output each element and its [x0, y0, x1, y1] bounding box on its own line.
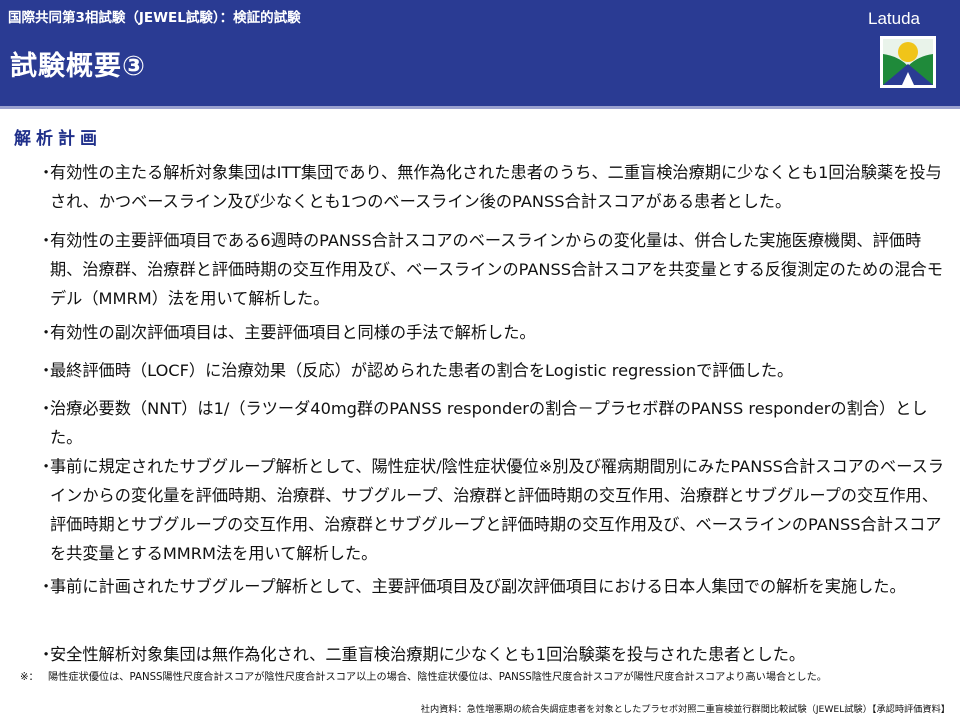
section-heading: 解析計画 [14, 129, 102, 149]
header-divider [0, 106, 960, 109]
bullet-text: 事前に計画されたサブグループ解析として、主要評価項目及び副次評価項目における日本… [50, 577, 906, 596]
bullet-text: 安全性解析対象集団は無作為化され、二重盲検治療期に少なくとも1回治験薬を投与され… [50, 645, 806, 664]
bullet-text: 最終評価時（LOCF）に治療効果（反応）が認められた患者の割合をLogistic… [50, 361, 794, 380]
bullet-text: 有効性の主たる解析対象集団はITT集団であり、無作為化された患者のうち、二重盲検… [50, 163, 942, 211]
bullet-dot: ・ [38, 231, 55, 250]
study-subtitle: 国際共同第3相試験（JEWEL試験）：検証的試験 [8, 10, 301, 26]
bullet-item: ・ 有効性の主要評価項目である6週時のPANSS合計スコアのベースラインからの変… [30, 226, 945, 313]
footnote-text: 陽性症状優位は、PANSS陽性尺度合計スコアが陰性尺度合計スコア以上の場合、陰性… [48, 672, 827, 683]
bullet-item: ・ 有効性の主たる解析対象集団はITT集団であり、無作為化された患者のうち、二重… [30, 158, 945, 216]
bullet-item: ・ 事前に規定されたサブグループ解析として、陽性症状/陰性症状優位※別及び罹病期… [30, 452, 945, 568]
bullet-dot: ・ [38, 323, 55, 342]
bullet-text: 事前に規定されたサブグループ解析として、陽性症状/陰性症状優位※別及び罹病期間別… [50, 457, 944, 563]
source-citation: 社内資料：急性増悪期の統合失調症患者を対象としたプラセボ対照二重盲検並行群間比較… [420, 704, 950, 715]
bullet-dot: ・ [38, 577, 55, 596]
bullet-item: ・ 安全性解析対象集団は無作為化され、二重盲検治療期に少なくとも1回治験薬を投与… [30, 640, 945, 669]
page-title: 試験概要③ [10, 51, 146, 82]
bullet-text: 有効性の副次評価項目は、主要評価項目と同様の手法で解析した。 [50, 323, 536, 342]
bullet-item: ・ 治療必要数（NNT）は1/（ラツーダ40mg群のPANSS responde… [30, 394, 945, 452]
bullet-item: ・ 有効性の副次評価項目は、主要評価項目と同様の手法で解析した。 [30, 318, 945, 347]
brand-logo-text: Latuda [868, 9, 920, 28]
bullet-text: 治療必要数（NNT）は1/（ラツーダ40mg群のPANSS responderの… [50, 399, 928, 447]
brand-logo-icon [880, 36, 936, 88]
bullet-item: ・ 事前に計画されたサブグループ解析として、主要評価項目及び副次評価項目における… [30, 572, 945, 601]
footnote-mark: ※： [20, 672, 39, 683]
footnote: ※： 陽性症状優位は、PANSS陽性尺度合計スコアが陰性尺度合計スコア以上の場合… [20, 671, 940, 685]
bullet-text: 有効性の主要評価項目である6週時のPANSS合計スコアのベースラインからの変化量… [50, 231, 943, 308]
bullet-dot: ・ [38, 457, 55, 476]
bullet-dot: ・ [38, 645, 55, 664]
bullet-dot: ・ [38, 163, 55, 182]
bullet-dot: ・ [38, 399, 55, 418]
bullet-item: ・ 最終評価時（LOCF）に治療効果（反応）が認められた患者の割合をLogist… [30, 356, 945, 385]
bullet-dot: ・ [38, 361, 55, 380]
header-bar: 国際共同第3相試験（JEWEL試験）：検証的試験 試験概要③ Latuda [0, 0, 960, 106]
